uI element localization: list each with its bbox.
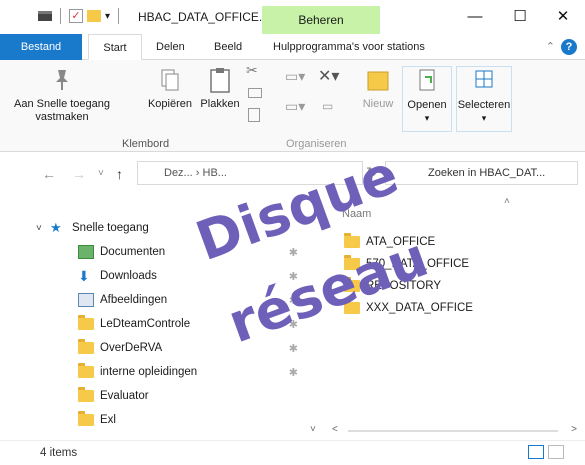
- new-label: Nieuw: [362, 98, 394, 110]
- expand-chevron-icon[interactable]: ˅: [36, 223, 50, 234]
- paste-label: Plakken: [200, 98, 240, 110]
- tab-bestand[interactable]: Bestand: [0, 34, 82, 60]
- help-icon[interactable]: ?: [561, 39, 577, 55]
- ribbon: Aan Snelle toegang vastmaken Kopiëren Pl…: [0, 60, 585, 152]
- tree-label: interne opleidingen: [100, 366, 198, 378]
- copy-path-icon[interactable]: [248, 88, 262, 98]
- collapse-ribbon-icon[interactable]: ⌃: [546, 40, 555, 53]
- item-count: 4 items: [40, 447, 78, 459]
- tree-item-interne-opleidingen[interactable]: interne opleidingen ✱: [0, 360, 318, 384]
- scroll-down-icon[interactable]: ˅: [310, 424, 316, 435]
- download-arrow-icon: ⬇: [78, 268, 90, 284]
- search-input[interactable]: Zoeken in HBAC_DAT...: [385, 161, 578, 185]
- tab-start[interactable]: Start: [88, 34, 142, 60]
- open-button[interactable]: Openen ▾: [402, 66, 452, 132]
- tree-label: Exl: [100, 414, 116, 426]
- tree-label: Evaluator: [100, 390, 149, 402]
- tree-item-exl[interactable]: Exl: [0, 408, 318, 432]
- pin-label: Aan Snelle toegang: [13, 98, 111, 110]
- back-arrow-icon[interactable]: ←: [42, 166, 56, 182]
- title-bar: ✓ ▾ HBAC_DATA_OFFICE... Beheren — ☐ ✕: [0, 0, 585, 34]
- open-icon: [413, 67, 441, 95]
- folder-icon: [78, 411, 94, 426]
- pin-quick-access-button[interactable]: Aan Snelle toegang vastmaken: [6, 66, 118, 124]
- delete-icon[interactable]: ✕▾: [318, 69, 339, 85]
- close-button[interactable]: ✕: [548, 6, 578, 28]
- tree-item-evaluator[interactable]: Evaluator: [0, 384, 318, 408]
- recent-chevron-icon[interactable]: ˅: [98, 168, 104, 179]
- tree-label: Afbeeldingen: [100, 294, 168, 306]
- paste-shortcut-icon[interactable]: [248, 108, 260, 122]
- copy-icon: [156, 66, 184, 94]
- up-arrow-icon[interactable]: ↑: [116, 166, 123, 182]
- folder-icon: [78, 315, 94, 330]
- pin-icon: [48, 66, 76, 94]
- dropdown-icon[interactable]: ▾: [105, 11, 110, 22]
- clipboard-icon: [206, 66, 234, 94]
- quick-access-toolbar: ✓ ▾: [38, 8, 123, 24]
- pin-icon: ✱: [288, 342, 298, 355]
- details-view-icon[interactable]: [528, 445, 544, 459]
- forward-arrow-icon[interactable]: →: [72, 166, 86, 182]
- folder-icon: [78, 387, 94, 402]
- new-folder-icon: [364, 66, 392, 94]
- copy-label: Kopiëren: [147, 98, 193, 110]
- paste-button[interactable]: Plakken: [196, 66, 244, 111]
- address-path: Dez... › HB...: [164, 167, 227, 179]
- tab-beheren[interactable]: Beheren: [262, 6, 380, 34]
- pictures-icon: [78, 293, 94, 307]
- copy-button[interactable]: Kopiëren: [145, 66, 195, 111]
- quick-access-label: Snelle toegang: [72, 222, 149, 234]
- pin-label-2: vastmaken: [35, 111, 89, 123]
- pin-icon: ✱: [288, 246, 298, 259]
- new-folder-button[interactable]: Nieuw: [358, 66, 398, 111]
- copy-to-icon[interactable]: ▭▾: [285, 99, 305, 113]
- tree-label: LeDteamControle: [100, 318, 191, 330]
- scissors-icon[interactable]: ✂: [246, 63, 258, 77]
- status-bar: 4 items: [0, 440, 585, 465]
- star-icon: ★: [50, 220, 62, 235]
- minimize-button[interactable]: —: [460, 6, 490, 28]
- folder-icon: [78, 363, 94, 378]
- tab-delen[interactable]: Delen: [148, 34, 193, 60]
- sort-chevron-icon: ˄: [504, 196, 510, 207]
- drive-icon: [38, 11, 52, 21]
- group-clipboard-label: Klembord: [122, 138, 170, 150]
- documents-icon: [78, 245, 94, 259]
- checkmark-icon[interactable]: ✓: [69, 9, 83, 23]
- open-label: Openen: [407, 99, 447, 111]
- large-icons-view-icon[interactable]: [548, 445, 564, 459]
- group-organize-label: Organiseren: [286, 138, 347, 150]
- tree-label: OverDeRVA: [100, 342, 163, 354]
- ribbon-tabs: Bestand Start Delen Beeld Hulpprogramma'…: [0, 34, 585, 60]
- horizontal-scrollbar[interactable]: < >: [326, 424, 585, 438]
- scroll-right-icon[interactable]: >: [571, 424, 577, 435]
- move-to-icon[interactable]: ▭▾: [285, 69, 305, 83]
- tab-hulpprogrammas[interactable]: Hulpprogramma's voor stations: [265, 34, 433, 60]
- scroll-left-icon[interactable]: <: [332, 424, 338, 435]
- window-title: HBAC_DATA_OFFICE...: [138, 10, 269, 24]
- file-list: ˄ Naam ATA_OFFICE 570_DATA_OFFICE REPOSI…: [326, 194, 585, 440]
- pin-icon: ✱: [288, 366, 298, 379]
- tab-beeld[interactable]: Beeld: [206, 34, 250, 60]
- search-placeholder: Zoeken in HBAC_DAT...: [428, 167, 546, 179]
- tree-label: Downloads: [100, 270, 157, 282]
- tree-label: Documenten: [100, 246, 166, 258]
- folder-icon: [78, 339, 94, 354]
- select-label: Selecteren: [457, 99, 511, 111]
- folder-icon[interactable]: [87, 10, 101, 22]
- select-grid-icon: [470, 67, 498, 95]
- rename-icon[interactable]: ▭: [322, 100, 333, 113]
- maximize-button[interactable]: ☐: [505, 6, 535, 28]
- select-button[interactable]: Selecteren ▾: [456, 66, 512, 132]
